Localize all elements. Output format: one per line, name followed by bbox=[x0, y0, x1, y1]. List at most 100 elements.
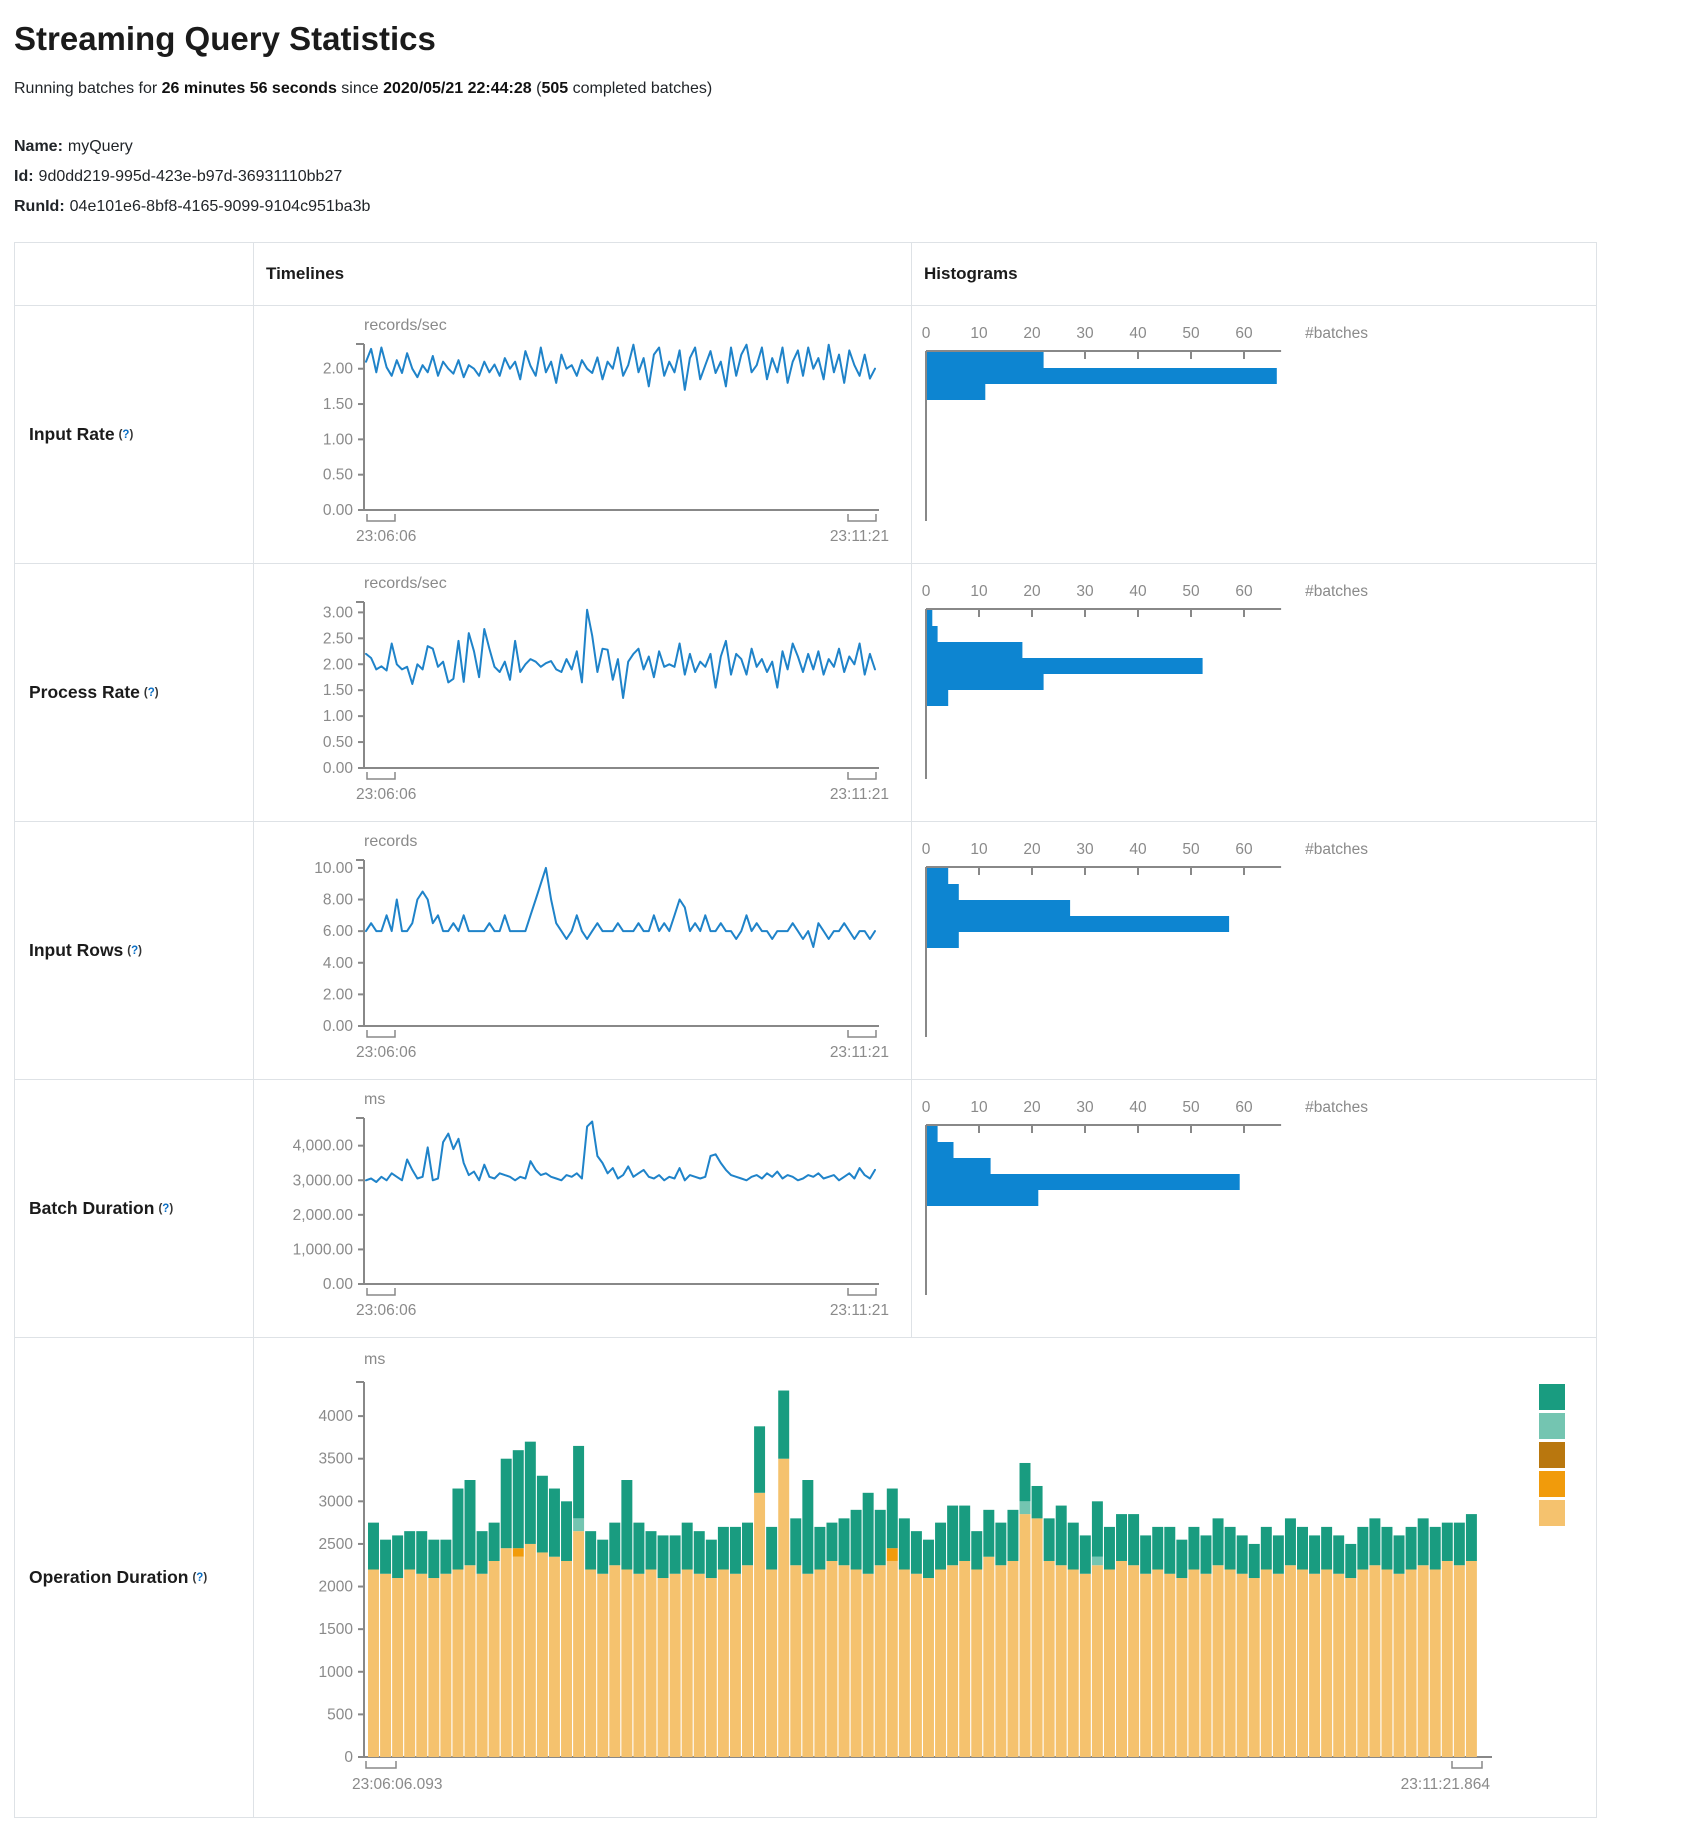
legend-swatch-3[interactable] bbox=[1539, 1471, 1565, 1497]
svg-text:0.00: 0.00 bbox=[323, 760, 354, 777]
svg-text:2.00: 2.00 bbox=[323, 656, 354, 673]
svg-text:20: 20 bbox=[1023, 583, 1041, 600]
svg-text:#batches: #batches bbox=[1305, 583, 1368, 600]
svg-text:23:11:21: 23:11:21 bbox=[830, 1044, 889, 1061]
summary-paren: ( bbox=[532, 80, 542, 97]
help-tooltip-icon[interactable]: (?) bbox=[119, 429, 134, 441]
row-label-batch-duration: Batch Duration (?) bbox=[15, 1080, 254, 1337]
svg-text:#batches: #batches bbox=[1305, 1099, 1368, 1116]
batch-duration-timeline-chart: ms 0.00 1,000.00 2,000.00 3,000.00 4,000.00 23… bbox=[254, 1080, 912, 1337]
svg-text:0.50: 0.50 bbox=[323, 467, 354, 484]
svg-text:10.00: 10.00 bbox=[314, 860, 353, 877]
svg-text:10: 10 bbox=[970, 1099, 988, 1116]
legend-swatch-1[interactable] bbox=[1539, 1413, 1565, 1439]
query-id-line: Id: 9d0dd219-995d-423e-b97d-36931110bb27 bbox=[14, 168, 1679, 186]
svg-text:20: 20 bbox=[1023, 1099, 1041, 1116]
svg-text:1500: 1500 bbox=[319, 1621, 354, 1638]
row-label-text: Input Rows bbox=[29, 940, 123, 961]
summary-since: since bbox=[337, 80, 383, 97]
svg-text:0.00: 0.00 bbox=[323, 502, 354, 519]
svg-text:records: records bbox=[364, 833, 417, 850]
svg-text:2.00: 2.00 bbox=[323, 361, 354, 378]
summary-duration: 26 minutes 56 seconds bbox=[162, 80, 337, 97]
svg-text:23:11:21.864: 23:11:21.864 bbox=[1401, 1776, 1491, 1793]
svg-text:4.00: 4.00 bbox=[323, 955, 354, 972]
svg-text:3,000.00: 3,000.00 bbox=[293, 1172, 354, 1189]
row-label-text: Operation Duration bbox=[29, 1567, 188, 1588]
query-id-label: Id: bbox=[14, 168, 34, 185]
summary-prefix: Running batches for bbox=[14, 80, 162, 97]
svg-text:3.00: 3.00 bbox=[323, 604, 354, 621]
svg-text:0.50: 0.50 bbox=[323, 734, 354, 751]
svg-text:4000: 4000 bbox=[319, 1408, 354, 1425]
process-rate-histogram-chart: 0102030405060#batches bbox=[912, 564, 1594, 821]
svg-text:1.00: 1.00 bbox=[323, 708, 354, 725]
query-runid-line: RunId: 04e101e6-8bf8-4165-9099-9104c951ba… bbox=[14, 198, 1679, 216]
header-timelines: Timelines bbox=[254, 243, 912, 305]
page-title: Streaming Query Statistics bbox=[14, 20, 1679, 58]
row-label-text: Batch Duration bbox=[29, 1198, 154, 1219]
svg-text:50: 50 bbox=[1182, 841, 1200, 858]
svg-text:0.00: 0.00 bbox=[323, 1276, 354, 1293]
help-tooltip-icon[interactable]: (?) bbox=[192, 1572, 207, 1584]
svg-text:ms: ms bbox=[364, 1091, 385, 1108]
svg-text:23:06:06: 23:06:06 bbox=[356, 786, 416, 803]
svg-text:30: 30 bbox=[1076, 583, 1094, 600]
svg-text:23:11:21: 23:11:21 bbox=[830, 528, 889, 545]
svg-text:2,000.00: 2,000.00 bbox=[293, 1207, 354, 1224]
svg-text:0.00: 0.00 bbox=[323, 1018, 354, 1035]
query-name-value: myQuery bbox=[68, 138, 133, 155]
svg-text:0: 0 bbox=[922, 841, 931, 858]
svg-text:30: 30 bbox=[1076, 1099, 1094, 1116]
svg-text:20: 20 bbox=[1023, 841, 1041, 858]
header-histograms: Histograms bbox=[912, 243, 1594, 305]
svg-text:40: 40 bbox=[1129, 325, 1147, 342]
legend-swatch-2[interactable] bbox=[1539, 1442, 1565, 1468]
help-tooltip-icon[interactable]: (?) bbox=[127, 945, 142, 957]
svg-text:23:11:21: 23:11:21 bbox=[830, 1302, 889, 1319]
query-id-value: 9d0dd219-995d-423e-b97d-36931110bb27 bbox=[39, 168, 343, 185]
table-row: Input Rate (?) records/sec0.000.501.001.… bbox=[15, 306, 1596, 564]
help-tooltip-icon[interactable]: (?) bbox=[158, 1203, 173, 1215]
svg-text:3000: 3000 bbox=[319, 1493, 354, 1510]
svg-text:0: 0 bbox=[922, 583, 931, 600]
svg-text:3500: 3500 bbox=[319, 1451, 354, 1468]
svg-text:1,000.00: 1,000.00 bbox=[293, 1241, 354, 1258]
table-header-row: Timelines Histograms bbox=[15, 243, 1596, 306]
streaming-query-statistics-page: Streaming Query Statistics Running batch… bbox=[0, 0, 1693, 1828]
svg-text:60: 60 bbox=[1235, 1099, 1253, 1116]
svg-text:500: 500 bbox=[327, 1706, 353, 1723]
legend-swatch-0[interactable] bbox=[1539, 1384, 1565, 1410]
header-empty-cell bbox=[15, 243, 254, 305]
svg-text:6.00: 6.00 bbox=[323, 923, 354, 940]
svg-text:4,000.00: 4,000.00 bbox=[293, 1138, 354, 1155]
svg-text:23:06:06: 23:06:06 bbox=[356, 528, 416, 545]
legend-swatch-4[interactable] bbox=[1539, 1500, 1565, 1526]
svg-text:8.00: 8.00 bbox=[323, 892, 354, 909]
summary-start-time: 2020/05/21 22:44:28 bbox=[383, 80, 532, 97]
row-label-operation-duration: Operation Duration (?) bbox=[15, 1338, 254, 1817]
table-row: Input Rows (?) records 0.00 2.00 4.00 6.00 8.… bbox=[15, 822, 1596, 1080]
svg-text:ms: ms bbox=[364, 1351, 385, 1368]
query-runid-value: 04e101e6-8bf8-4165-9099-9104c951ba3b bbox=[70, 198, 371, 215]
svg-text:50: 50 bbox=[1182, 1099, 1200, 1116]
batch-duration-histogram-chart: 0102030405060#batches bbox=[912, 1080, 1594, 1337]
svg-text:2.00: 2.00 bbox=[323, 986, 354, 1003]
svg-text:50: 50 bbox=[1182, 325, 1200, 342]
svg-text:60: 60 bbox=[1235, 583, 1253, 600]
query-runid-label: RunId: bbox=[14, 198, 65, 215]
table-row: Batch Duration (?) ms 0.00 1,000.00 2,000.0… bbox=[15, 1080, 1596, 1338]
row-label-input-rate: Input Rate (?) bbox=[15, 306, 254, 563]
help-tooltip-icon[interactable]: (?) bbox=[144, 687, 159, 699]
svg-text:2000: 2000 bbox=[319, 1579, 354, 1596]
svg-text:40: 40 bbox=[1129, 841, 1147, 858]
table-row: Operation Duration (?) ms050010001500200… bbox=[15, 1338, 1596, 1817]
row-label-text: Input Rate bbox=[29, 424, 115, 445]
svg-text:50: 50 bbox=[1182, 583, 1200, 600]
operation-duration-stacked-chart: ms0500100015002000250030003500400023:06:… bbox=[254, 1338, 1594, 1817]
svg-text:0: 0 bbox=[922, 325, 931, 342]
svg-text:records/sec: records/sec bbox=[364, 575, 447, 592]
svg-text:#batches: #batches bbox=[1305, 841, 1368, 858]
input-rate-timeline-chart: records/sec0.000.501.001.502.0023:06:062… bbox=[254, 306, 912, 563]
svg-text:10: 10 bbox=[970, 841, 988, 858]
